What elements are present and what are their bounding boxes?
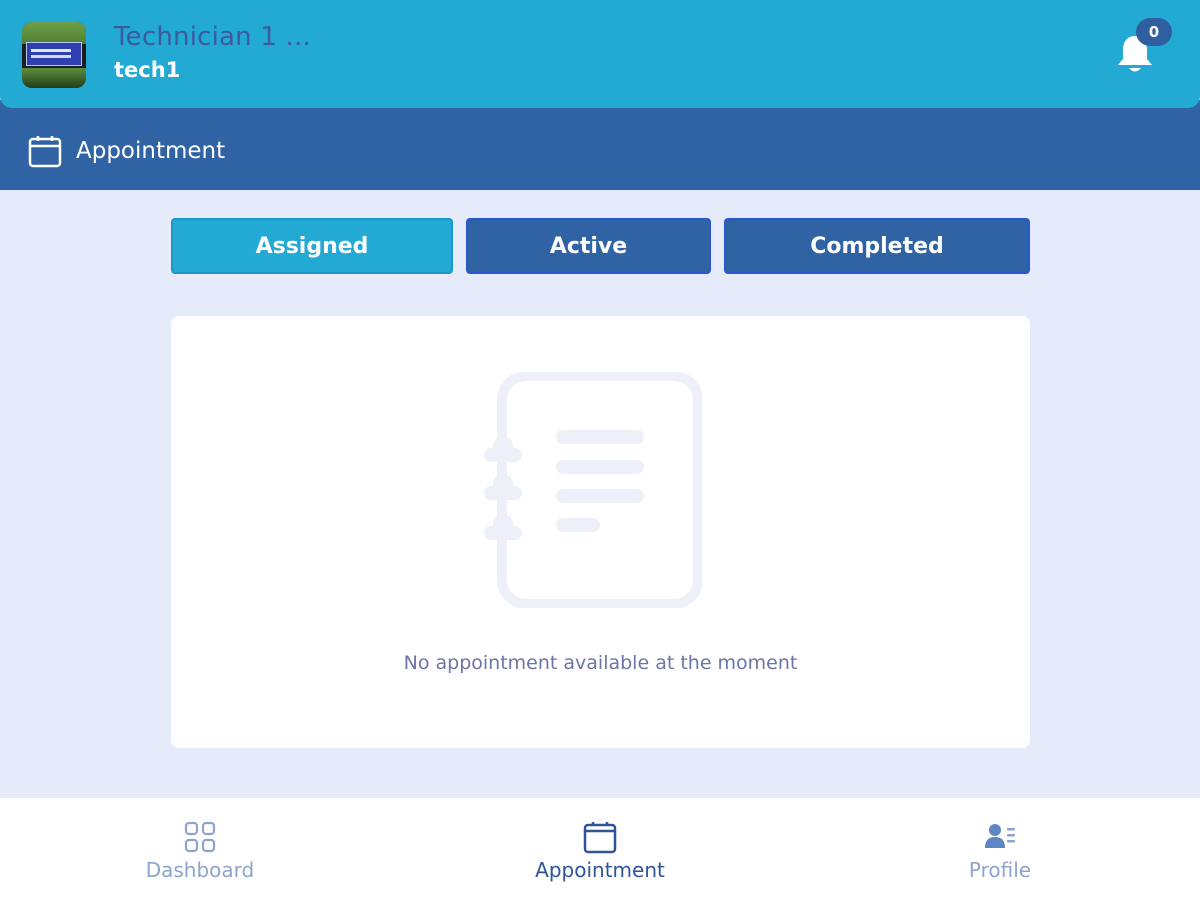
section-title: Appointment	[76, 138, 226, 164]
app-root: Technician 1 ... tech1 0 Appointment Ass…	[0, 0, 1200, 900]
nav-label-profile: Profile	[968, 858, 1032, 882]
calendar-icon	[28, 136, 62, 168]
tab-completed-label: Completed	[810, 233, 944, 259]
user-name: Technician 1 ...	[114, 22, 311, 52]
nav-item-profile[interactable]: Profile	[880, 798, 1120, 900]
grid-icon	[184, 821, 216, 853]
nav-label-dashboard: Dashboard	[145, 858, 255, 882]
section-bar: Appointment	[0, 100, 1200, 190]
appointment-list-card: No appointment available at the moment	[171, 316, 1030, 748]
tab-completed[interactable]: Completed	[724, 218, 1030, 274]
tab-active-label: Active	[549, 233, 628, 259]
avatar[interactable]	[22, 22, 86, 88]
nav-item-dashboard[interactable]: Dashboard	[80, 798, 320, 900]
calendar-icon	[583, 822, 617, 854]
empty-notebook-icon	[484, 372, 702, 608]
empty-state-message: No appointment available at the moment	[403, 652, 798, 674]
tab-assigned-label: Assigned	[255, 233, 369, 259]
tab-active[interactable]: Active	[466, 218, 711, 274]
avatar-image-top	[22, 22, 86, 44]
tab-assigned[interactable]: Assigned	[171, 218, 453, 274]
app-header: Technician 1 ... tech1 0	[0, 0, 1200, 108]
nav-label-appointment: Appointment	[535, 858, 665, 882]
bottom-nav: Dashboard Appointment Profile	[0, 798, 1200, 900]
avatar-image-bottom	[22, 68, 86, 88]
notification-badge[interactable]: 0	[1136, 18, 1172, 46]
nav-item-appointment[interactable]: Appointment	[480, 798, 720, 900]
profile-card-icon	[985, 824, 1015, 848]
user-id: tech1	[114, 58, 181, 82]
avatar-image-banner	[26, 42, 82, 66]
